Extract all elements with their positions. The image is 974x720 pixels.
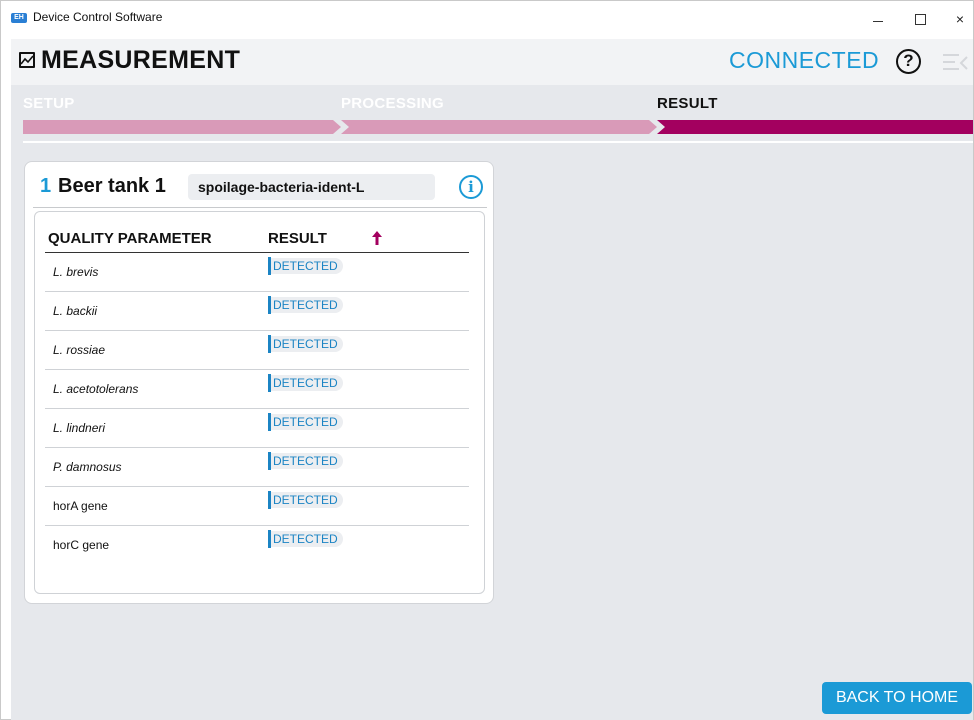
parameter-name: horC gene <box>53 538 110 552</box>
parameter-name: P. damnosus <box>53 460 122 474</box>
step-setup-bar <box>23 120 341 134</box>
parameter-name: L. brevis <box>53 265 99 279</box>
parameter-name: L. rossiae <box>53 343 106 357</box>
results-table: QUALITY PARAMETER RESULT L. brevis DETEC… <box>34 211 485 594</box>
step-result-label: RESULT <box>657 95 718 112</box>
table-row: L. lindneri DETECTED <box>45 409 469 448</box>
back-to-home-button[interactable]: BACK TO HOME <box>822 682 972 714</box>
maximize-button[interactable] <box>905 7 935 31</box>
step-processing-bar <box>341 120 657 134</box>
help-button[interactable]: ? <box>896 49 921 74</box>
table-row: L. rossiae DETECTED <box>45 331 469 370</box>
result-badge: DETECTED <box>268 296 343 314</box>
table-row: L. acetotolerans DETECTED <box>45 370 469 409</box>
parameter-name: L. lindneri <box>53 421 106 435</box>
info-icon[interactable]: i <box>459 175 483 199</box>
parameter-name: L. acetotolerans <box>53 382 139 396</box>
card-divider <box>33 207 487 208</box>
step-setup-label: SETUP <box>23 95 75 112</box>
step-result-bar <box>657 120 973 134</box>
parameter-name: horA gene <box>53 499 108 513</box>
minimize-button[interactable] <box>863 7 893 31</box>
sample-name: Beer tank 1 <box>58 175 166 197</box>
step-processing-label: PROCESSING <box>341 95 445 112</box>
result-badge: DETECTED <box>268 257 343 275</box>
table-row: L. backii DETECTED <box>45 292 469 331</box>
result-badge: DETECTED <box>268 335 343 353</box>
measurement-icon <box>19 52 35 68</box>
app-header: MEASUREMENT CONNECTED ? <box>11 39 973 85</box>
collapse-menu-icon[interactable] <box>941 50 971 74</box>
parameter-name: L. backii <box>53 304 98 318</box>
column-header-parameter: QUALITY PARAMETER <box>48 230 212 247</box>
table-row: horC gene DETECTED <box>45 526 469 565</box>
page-title: MEASUREMENT <box>41 46 241 74</box>
column-header-result[interactable]: RESULT <box>268 230 327 247</box>
result-card: 1 Beer tank 1 spoilage-bacteria-ident-L … <box>24 161 494 604</box>
table-row: horA gene DETECTED <box>45 487 469 526</box>
app-window: EH Device Control Software × MEASUREMENT… <box>0 0 974 720</box>
result-badge: DETECTED <box>268 491 343 509</box>
title-bar: EH Device Control Software × <box>1 1 973 37</box>
result-badge: DETECTED <box>268 413 343 431</box>
stepper-divider <box>23 141 973 143</box>
table-row: L. brevis DETECTED <box>45 253 469 292</box>
sort-arrow-up-icon[interactable] <box>371 230 383 246</box>
result-badge: DETECTED <box>268 530 343 548</box>
main-content: SETUP PROCESSING RESULT 1 Beer tank 1 sp… <box>11 85 973 720</box>
result-badge: DETECTED <box>268 374 343 392</box>
card-index: 1 <box>40 175 52 197</box>
table-row: P. damnosus DETECTED <box>45 448 469 487</box>
window-title: Device Control Software <box>33 10 163 24</box>
table-body: L. brevis DETECTED L. backii DETECTED L.… <box>45 253 469 565</box>
connection-status: CONNECTED <box>729 47 880 73</box>
app-logo-icon: EH <box>11 13 27 23</box>
method-chip: spoilage-bacteria-ident-L <box>188 174 435 200</box>
progress-stepper: SETUP PROCESSING RESULT <box>11 85 973 147</box>
result-badge: DETECTED <box>268 452 343 470</box>
close-button[interactable]: × <box>945 7 974 31</box>
